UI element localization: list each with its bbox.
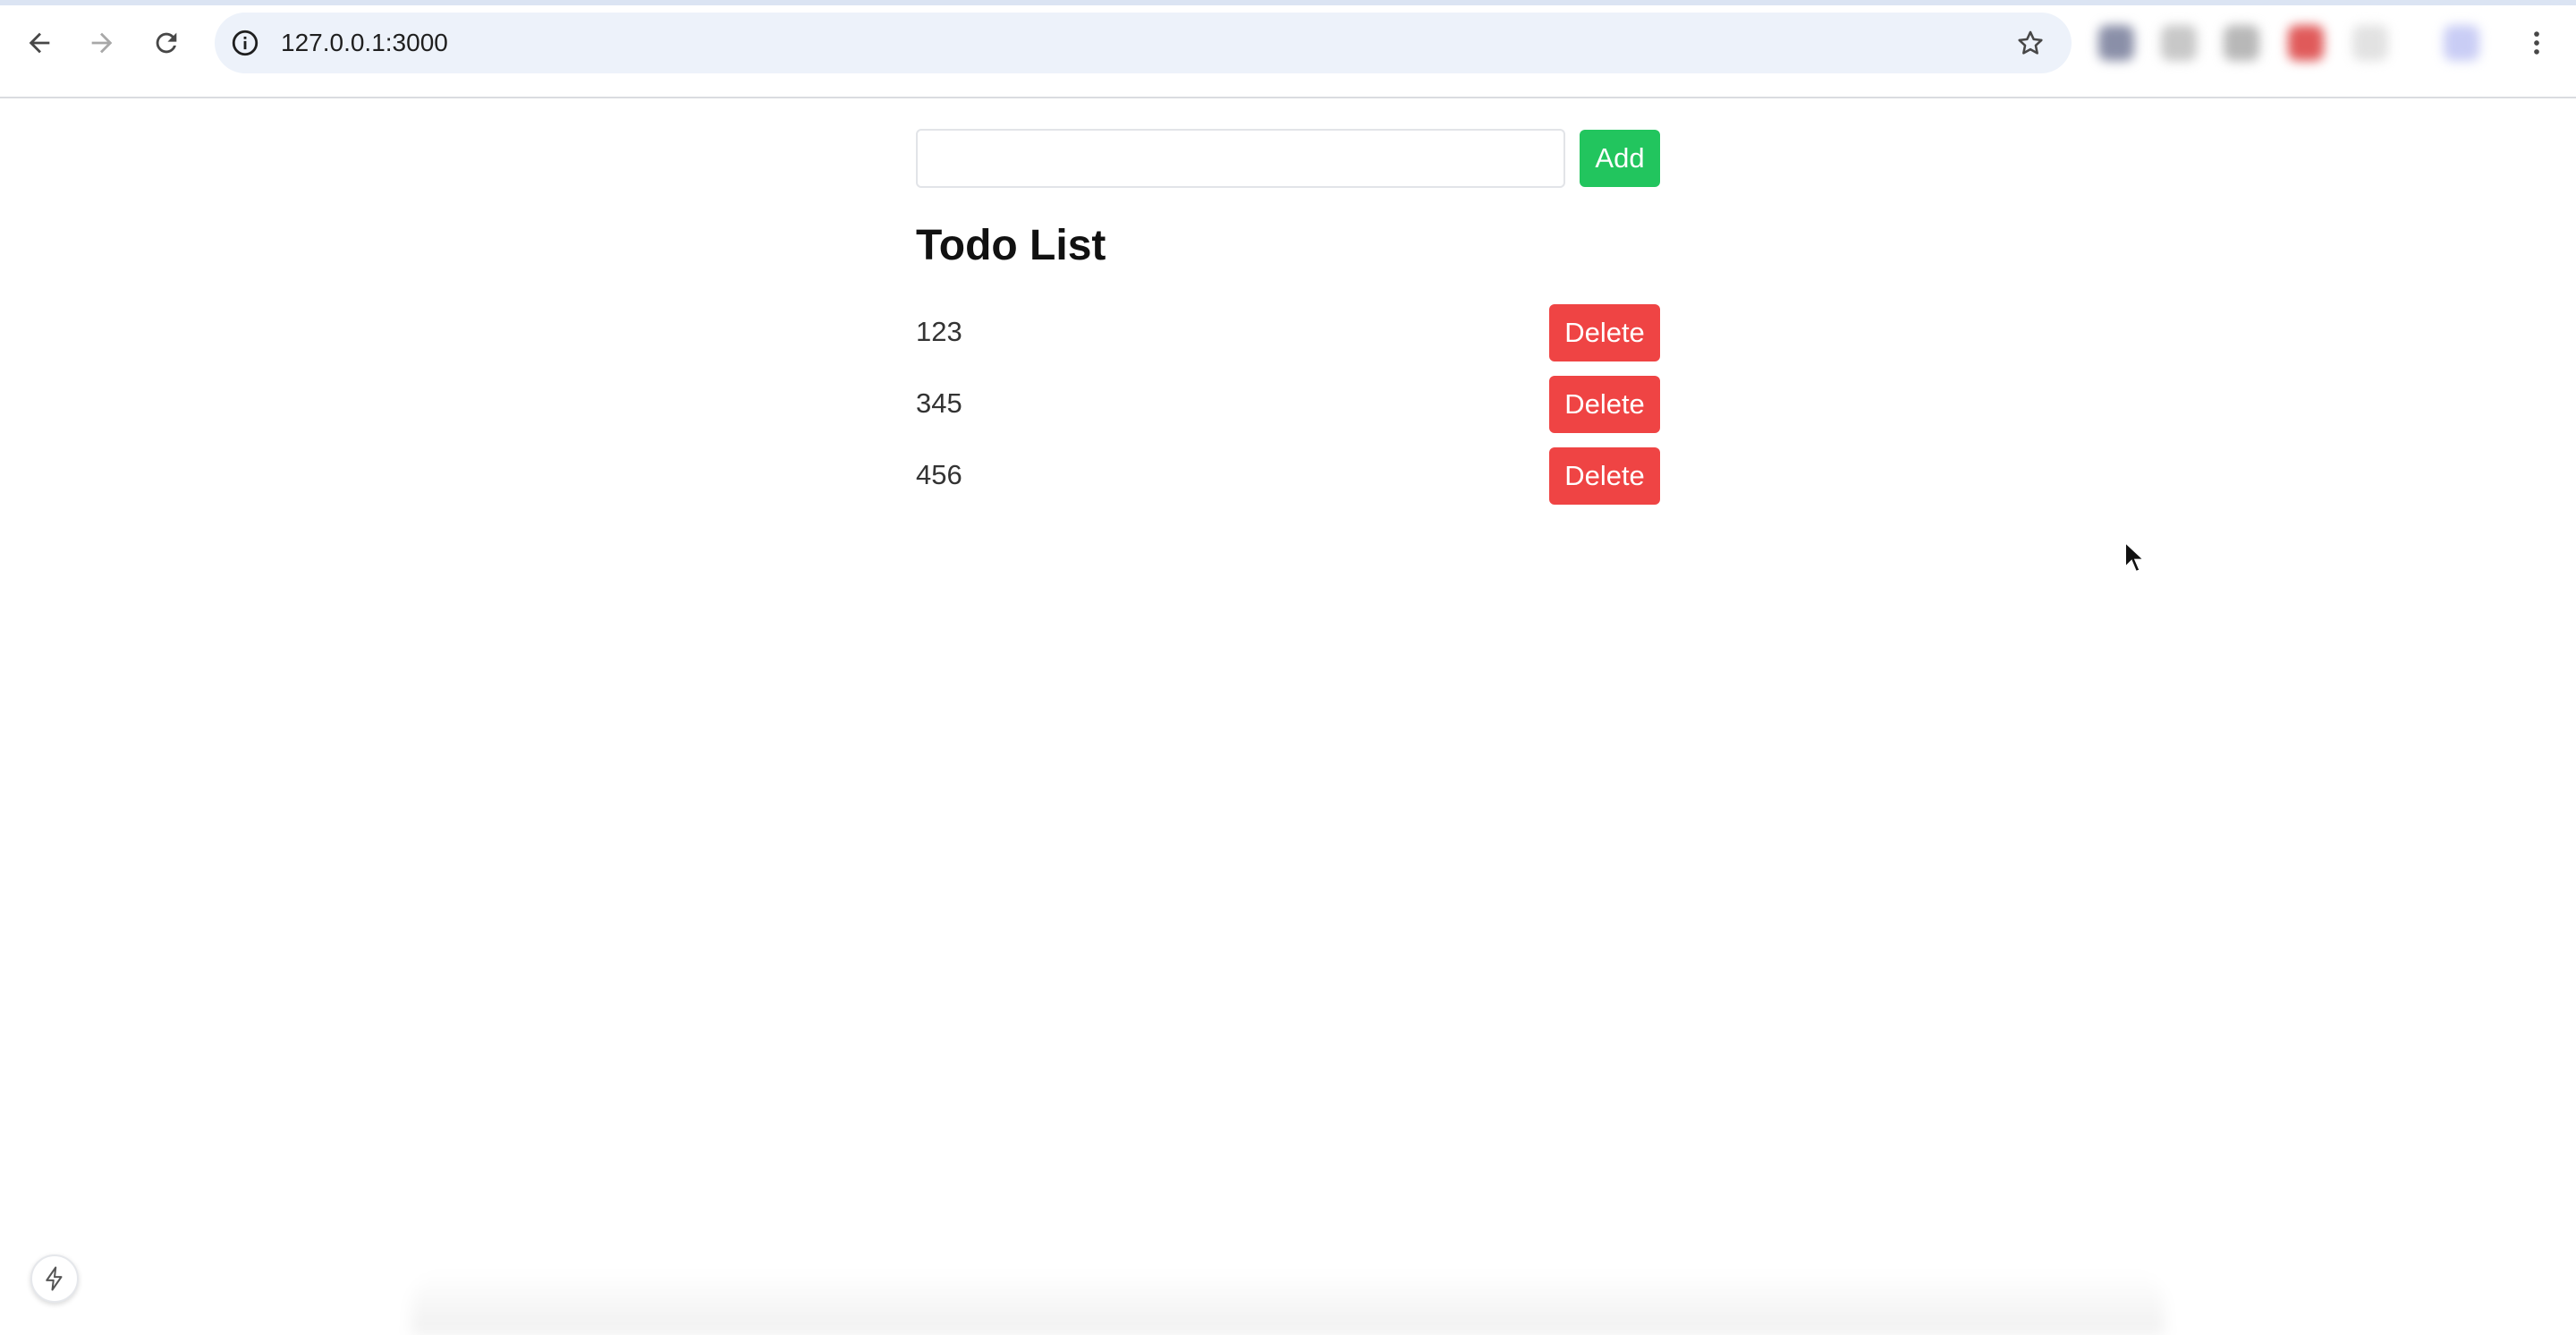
profile-avatar-icon[interactable] [2444,25,2479,61]
list-item: 123 Delete [916,302,1660,374]
list-item: 345 Delete [916,374,1660,446]
info-icon[interactable] [229,27,261,59]
todo-text: 123 [916,316,962,347]
star-icon[interactable] [2012,25,2048,61]
extension-icon[interactable] [2161,25,2197,61]
list-item: 456 Delete [916,446,1660,517]
delete-button[interactable]: Delete [1549,376,1660,433]
forward-button[interactable] [79,20,125,66]
extensions-area [2093,18,2487,68]
todo-list: 123 Delete 345 Delete 456 Delete [916,302,1660,517]
arrow-left-icon [29,32,50,54]
lightning-bolt-icon [46,1266,63,1291]
window-top-accent [0,0,2576,5]
page-title: Todo List [916,222,1106,269]
add-button[interactable]: Add [1580,130,1660,187]
todo-text: 456 [916,459,962,490]
browser-toolbar: 127.0.0.1:3000 [0,0,2576,98]
reload-button[interactable] [143,20,190,66]
address-bar[interactable]: 127.0.0.1:3000 [215,13,2072,73]
extension-icon[interactable] [2224,25,2259,61]
url-text[interactable]: 127.0.0.1:3000 [281,13,448,73]
delete-button[interactable]: Delete [1549,304,1660,361]
dev-tools-badge[interactable] [30,1254,79,1303]
back-button[interactable] [16,20,63,66]
mouse-cursor-icon [2124,540,2147,574]
extension-icon[interactable] [2098,25,2134,61]
todo-text: 345 [916,387,962,419]
arrow-right-icon [91,32,113,54]
reload-icon [156,32,177,54]
extension-icon[interactable] [2288,25,2324,61]
extension-icon[interactable] [2352,25,2388,61]
kebab-menu-icon[interactable] [2517,23,2556,63]
delete-button[interactable]: Delete [1549,447,1660,505]
new-todo-input[interactable] [916,129,1565,188]
bottom-shadow [411,1271,2165,1335]
